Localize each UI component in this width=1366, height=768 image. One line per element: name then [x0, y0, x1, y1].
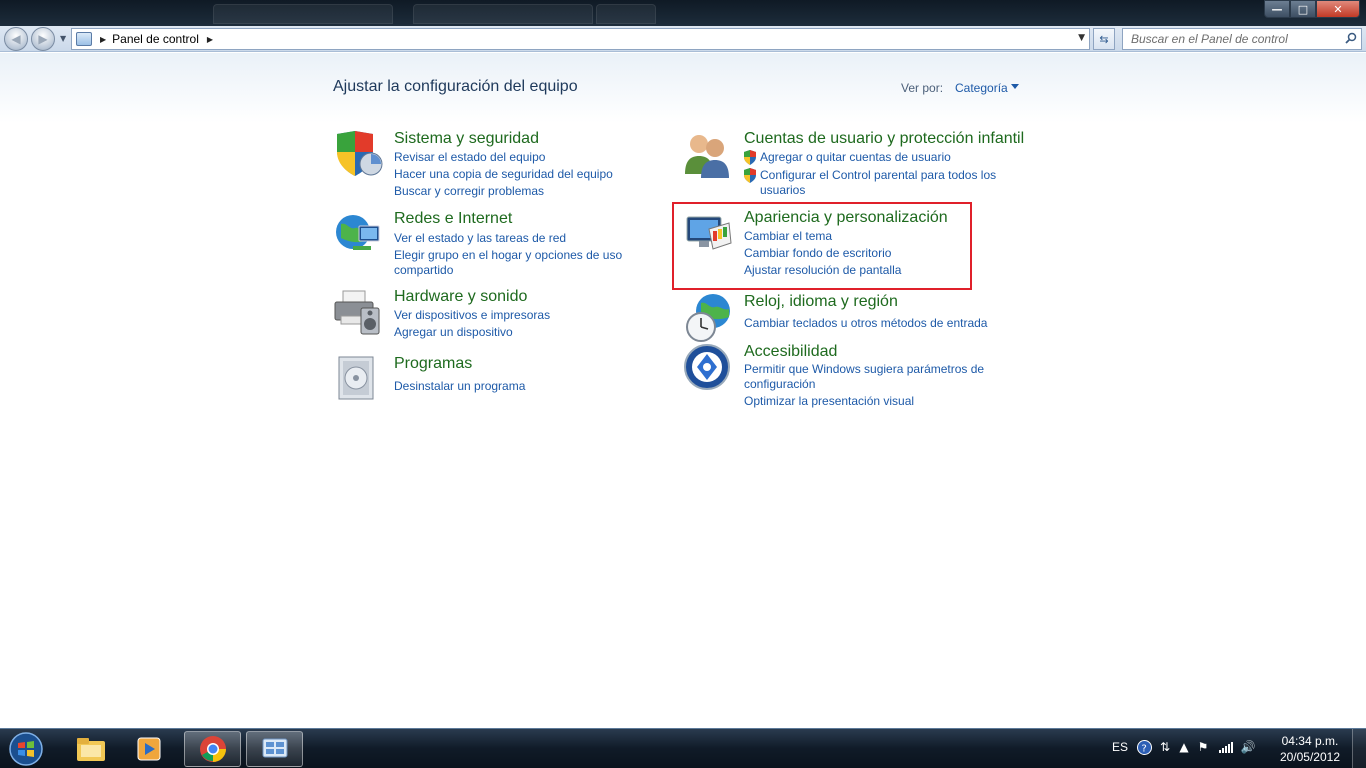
background-window-tab	[413, 4, 593, 24]
category-title[interactable]: Reloj, idioma y región	[744, 293, 898, 311]
chrome-icon	[199, 736, 226, 762]
link-agregar-cuentas[interactable]: Agregar o quitar cuentas de usuario	[760, 150, 951, 165]
search-icon[interactable]	[1345, 32, 1357, 44]
maximize-button[interactable]: □	[1290, 0, 1316, 18]
help-icon[interactable]: ?	[1136, 739, 1152, 755]
sync-icon[interactable]: ⇅	[1157, 739, 1173, 755]
close-button[interactable]: ✕	[1316, 0, 1360, 18]
link-sugerir-parametros[interactable]: Permitir que Windows sugiera parámetros …	[744, 362, 994, 392]
search-input[interactable]	[1123, 29, 1333, 49]
refresh-icon: ⇆	[1099, 32, 1109, 46]
highlight-annotation	[672, 202, 972, 290]
minimize-button[interactable]: —	[1264, 0, 1290, 18]
control-panel-content: Ajustar la configuración del equipo Ver …	[0, 53, 1366, 728]
category-title[interactable]: Redes e Internet	[394, 210, 512, 228]
uac-shield-icon	[744, 168, 756, 183]
volume-icon[interactable]: 🔊	[1240, 739, 1256, 755]
uac-shield-icon	[744, 150, 756, 165]
category-title[interactable]: Hardware y sonido	[394, 288, 527, 306]
view-by-label: Ver por:	[901, 81, 944, 95]
forward-arrow-icon: ▶	[38, 32, 48, 46]
show-desktop-button[interactable]	[1352, 729, 1366, 768]
link-desinstalar-programa[interactable]: Desinstalar un programa	[394, 379, 525, 394]
search-box[interactable]	[1122, 28, 1362, 50]
action-center-flag-icon[interactable]: ⚑	[1195, 739, 1211, 755]
link-revisar-estado[interactable]: Revisar el estado del equipo	[394, 150, 545, 165]
link-estado-red[interactable]: Ver el estado y las tareas de red	[394, 231, 566, 246]
shield-icon[interactable]	[333, 130, 385, 180]
language-indicator[interactable]: ES	[1112, 740, 1128, 754]
refresh-button[interactable]: ⇆	[1093, 28, 1115, 50]
link-control-parental[interactable]: Configurar el Control parental para todo…	[760, 168, 1010, 198]
printer-speaker-icon[interactable]	[333, 288, 385, 338]
link-presentacion-visual[interactable]: Optimizar la presentación visual	[744, 394, 914, 409]
breadcrumb-panel-de-control[interactable]: Panel de control	[112, 32, 199, 46]
category-title[interactable]: Cuentas de usuario y protección infantil	[744, 130, 1024, 148]
category-title[interactable]: Sistema y seguridad	[394, 130, 539, 148]
link-copia-seguridad[interactable]: Hacer una copia de seguridad del equipo	[394, 167, 613, 182]
start-button[interactable]	[6, 731, 46, 767]
clock-globe-icon[interactable]	[683, 293, 735, 343]
link-buscar-problemas[interactable]: Buscar y corregir problemas	[394, 184, 544, 199]
users-icon[interactable]	[683, 130, 735, 180]
taskbar-media-player-button[interactable]	[120, 731, 177, 767]
taskbar-clock[interactable]: 04:34 p.m. 20/05/2012	[1280, 733, 1340, 765]
clock-time: 04:34 p.m.	[1281, 734, 1339, 748]
window-titlebar: — □ ✕	[0, 0, 1366, 26]
link-cambiar-teclados[interactable]: Cambiar teclados u otros métodos de entr…	[744, 316, 987, 331]
accessibility-icon[interactable]	[683, 343, 735, 393]
taskbar: ES ? ⇅ ▲ ⚑ 🔊 04:34 p.m. 20/05/2012	[0, 728, 1366, 768]
breadcrumb-arrow-icon[interactable]: ▶	[207, 35, 213, 44]
network-globe-icon[interactable]	[333, 210, 385, 260]
svg-text:?: ?	[1141, 743, 1146, 754]
media-player-icon	[137, 737, 160, 761]
network-signal-icon[interactable]	[1218, 739, 1234, 755]
clock-date: 20/05/2012	[1279, 750, 1340, 764]
navigation-bar: ◀ ▶ ▼ ▶ Panel de control ▶ ▼ ⇆	[0, 26, 1366, 52]
windows-explorer-icon	[76, 738, 105, 761]
breadcrumb-arrow-icon[interactable]: ▶	[100, 35, 106, 44]
view-by-dropdown[interactable]: Categoría	[955, 81, 1008, 95]
show-hidden-icons-icon[interactable]: ▲	[1176, 739, 1192, 755]
link-dispositivos-impresoras[interactable]: Ver dispositivos e impresoras	[394, 308, 550, 323]
page-title: Ajustar la configuración del equipo	[333, 78, 578, 95]
address-bar[interactable]: ▶ Panel de control ▶ ▼	[71, 28, 1090, 50]
link-grupo-hogar[interactable]: Elegir grupo en el hogar y opciones de u…	[394, 248, 634, 278]
taskbar-control-panel-button[interactable]	[246, 731, 303, 767]
taskbar-chrome-button[interactable]	[184, 731, 241, 767]
control-panel-icon	[262, 738, 287, 758]
address-history-dropdown[interactable]: ▼	[1078, 33, 1085, 43]
forward-button[interactable]: ▶	[31, 27, 55, 51]
category-title[interactable]: Programas	[394, 355, 472, 373]
chevron-down-icon[interactable]	[1011, 84, 1019, 89]
category-title[interactable]: Accesibilidad	[744, 343, 837, 361]
recent-pages-dropdown[interactable]: ▼	[60, 34, 66, 43]
back-button[interactable]: ◀	[4, 27, 28, 51]
link-agregar-dispositivo[interactable]: Agregar un dispositivo	[394, 325, 513, 340]
window-controls: — □ ✕	[1264, 0, 1360, 18]
back-arrow-icon: ◀	[11, 32, 21, 46]
taskbar-explorer-button[interactable]	[62, 731, 119, 767]
programs-icon[interactable]	[333, 355, 385, 405]
background-window-tab	[596, 4, 656, 24]
background-window-tab	[213, 4, 393, 24]
control-panel-icon	[76, 32, 92, 46]
